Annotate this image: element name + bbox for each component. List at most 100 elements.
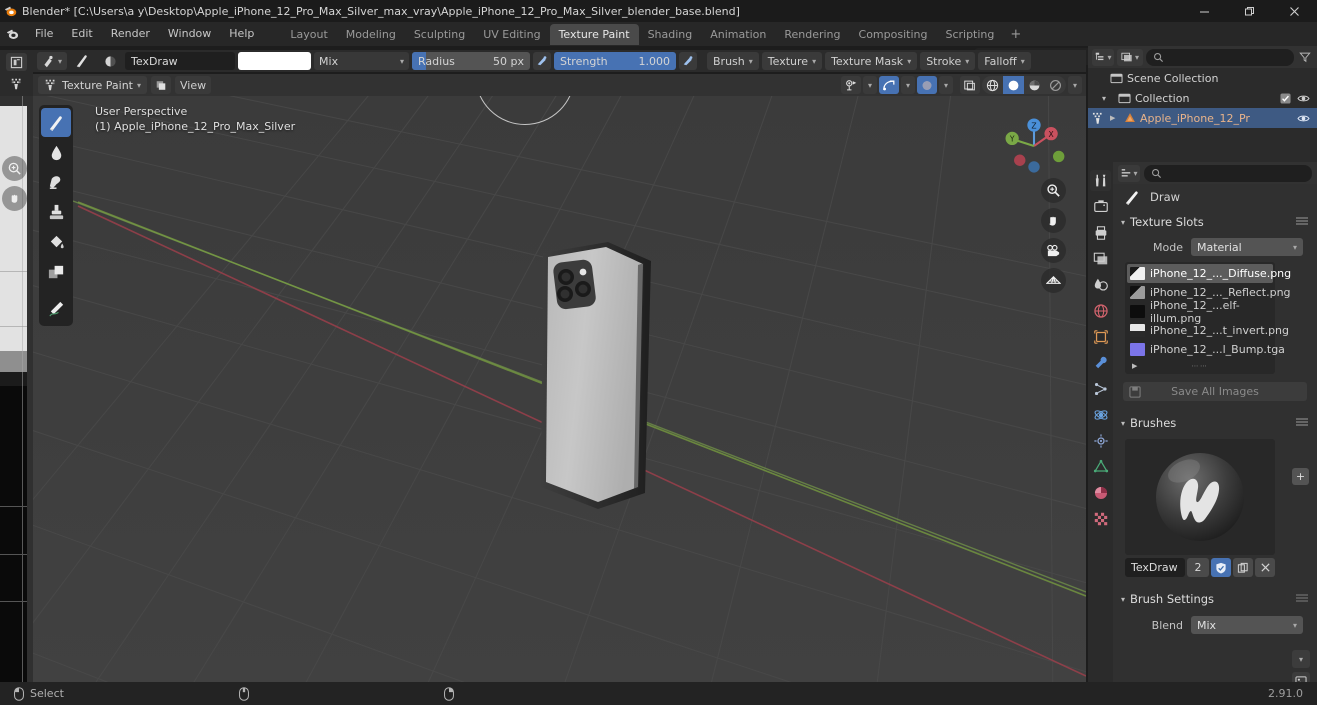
- overlays-caret-icon[interactable]: ▾: [901, 76, 915, 94]
- move-view-button[interactable]: [1041, 208, 1066, 233]
- brush-blend-dropdown[interactable]: Mix ▾: [1191, 616, 1303, 634]
- duplicate-brush-button[interactable]: [1233, 558, 1253, 577]
- properties-tab-physics[interactable]: [1090, 404, 1111, 425]
- shading-wireframe-alt-icon[interactable]: [960, 76, 980, 94]
- properties-editor[interactable]: ▾ Draw ▾ Texture Slots Mode Material ▾ i…: [1088, 162, 1317, 682]
- brush-list-dropdown-button[interactable]: ▾: [1292, 650, 1310, 668]
- unlink-brush-button[interactable]: [1255, 558, 1275, 577]
- blender-menu-icon[interactable]: [0, 22, 26, 46]
- tool-draw[interactable]: [41, 108, 71, 137]
- zoom-button[interactable]: [1041, 178, 1066, 203]
- menu-window[interactable]: Window: [159, 25, 220, 43]
- texture-slot-item[interactable]: iPhone_12_...elf-illum.png: [1127, 299, 1273, 325]
- tool-smear[interactable]: [41, 168, 71, 197]
- tab-texture-paint[interactable]: Texture Paint: [549, 23, 639, 45]
- shading-caret-icon[interactable]: ▾: [1068, 76, 1082, 94]
- outliner-row-collection[interactable]: ▾ Collection: [1088, 88, 1317, 108]
- tab-modeling[interactable]: Modeling: [337, 24, 405, 45]
- 3d-viewport[interactable]: User Perspective (1) Apple_iPhone_12_Pro…: [33, 96, 1086, 682]
- popover-texture[interactable]: Texture ▾: [761, 52, 823, 70]
- texture-mode-dropdown[interactable]: Material ▾: [1191, 238, 1303, 256]
- shading-wireframe-button[interactable]: [982, 76, 1003, 94]
- tool-fill[interactable]: [41, 228, 71, 257]
- xray-caret-icon[interactable]: ▾: [939, 76, 953, 94]
- properties-tab-render[interactable]: [1090, 196, 1111, 217]
- properties-tab-object[interactable]: [1090, 326, 1111, 347]
- visibility-popover-icon[interactable]: [841, 76, 861, 94]
- maximize-button[interactable]: [1227, 0, 1272, 22]
- add-texture-slot-button[interactable]: +: [1292, 468, 1309, 485]
- camera-view-button[interactable]: [1041, 238, 1066, 263]
- texture-slots-panel-header[interactable]: ▾ Texture Slots: [1113, 210, 1317, 234]
- popover-texture-mask[interactable]: Texture Mask ▾: [825, 52, 918, 70]
- tab-sculpting[interactable]: Sculpting: [405, 24, 474, 45]
- paint-mask-toggle[interactable]: [151, 76, 171, 94]
- properties-tab-constraints[interactable]: [1090, 430, 1111, 451]
- overlays-toggle[interactable]: [879, 76, 899, 94]
- expand-triangle-icon[interactable]: ▶: [1132, 362, 1137, 370]
- properties-tab-view-layer[interactable]: [1090, 248, 1111, 269]
- uv-image-editor-pane[interactable]: [0, 96, 33, 682]
- properties-tab-tool[interactable]: [1090, 170, 1111, 191]
- brush-preview[interactable]: [1125, 439, 1275, 555]
- tool-soften[interactable]: [41, 138, 71, 167]
- uv-zoom-button[interactable]: [2, 156, 27, 181]
- brush-settings-panel-header[interactable]: ▾ Brush Settings: [1113, 587, 1317, 611]
- brush-name-field[interactable]: TexDraw: [125, 52, 236, 70]
- popover-brush[interactable]: Brush ▾: [707, 52, 759, 70]
- tab-layout[interactable]: Layout: [281, 24, 336, 45]
- minimize-button[interactable]: [1182, 0, 1227, 22]
- properties-tab-particles[interactable]: [1090, 378, 1111, 399]
- toggle-ortho-button[interactable]: [1041, 268, 1066, 293]
- brushes-panel-header[interactable]: ▾ Brushes: [1113, 411, 1317, 435]
- fake-user-toggle[interactable]: [1211, 558, 1231, 577]
- outliner-search-input[interactable]: [1146, 48, 1294, 66]
- outliner-row-scene-collection[interactable]: Scene Collection: [1088, 68, 1317, 88]
- navigation-gizmo[interactable]: Z X Y: [996, 108, 1072, 184]
- list-resize-grip-icon[interactable]: ⋯⋯: [1192, 362, 1209, 370]
- menu-file[interactable]: File: [26, 25, 62, 43]
- tab-uv-editing[interactable]: UV Editing: [474, 24, 549, 45]
- outliner-display-mode-icon[interactable]: ▾: [1117, 48, 1143, 66]
- active-brush-row[interactable]: Draw: [1113, 184, 1317, 210]
- outliner-row-object[interactable]: ▶ Apple_iPhone_12_Pr: [1088, 108, 1317, 128]
- eye-icon[interactable]: [1297, 113, 1310, 124]
- menu-help[interactable]: Help: [220, 25, 263, 43]
- xray-toggle[interactable]: [917, 76, 937, 94]
- shading-solid-button[interactable]: [1003, 76, 1024, 94]
- shading-material-button[interactable]: [1024, 76, 1045, 94]
- visibility-caret-icon[interactable]: ▾: [863, 76, 877, 94]
- properties-tab-data[interactable]: [1090, 456, 1111, 477]
- outliner-editor[interactable]: ▾ ▾ Scene Collection ▾ Collection ▶ Appl…: [1088, 46, 1317, 162]
- menu-render[interactable]: Render: [102, 25, 159, 43]
- brush-users-count[interactable]: 2: [1187, 558, 1209, 577]
- outliner-filter-icon[interactable]: [1297, 51, 1313, 63]
- close-button[interactable]: [1272, 0, 1317, 22]
- tab-shading[interactable]: Shading: [639, 24, 702, 45]
- properties-editor-type-icon[interactable]: ▾: [1118, 164, 1140, 182]
- panel-triangle-icon[interactable]: ▾: [1121, 218, 1125, 227]
- save-all-images-button[interactable]: Save All Images: [1123, 382, 1307, 401]
- disclosure-triangle-icon[interactable]: ▶: [1110, 114, 1120, 122]
- checkbox-icon[interactable]: [1280, 92, 1291, 104]
- view-menu[interactable]: View: [175, 76, 212, 94]
- texture-slot-list-footer[interactable]: ▶ ⋯⋯: [1127, 359, 1273, 372]
- shading-rendered-button[interactable]: [1045, 76, 1066, 94]
- uv-pan-button[interactable]: [2, 186, 27, 211]
- popover-stroke[interactable]: Stroke ▾: [920, 52, 976, 70]
- radius-slider[interactable]: Radius 50 px: [412, 52, 531, 70]
- menu-edit[interactable]: Edit: [62, 25, 101, 43]
- properties-tab-scene[interactable]: [1090, 274, 1111, 295]
- properties-tab-texture[interactable]: [1090, 508, 1111, 529]
- brush-datablock-icon[interactable]: [99, 52, 122, 70]
- uv-editor-type-icon[interactable]: [6, 53, 27, 71]
- panel-triangle-icon[interactable]: ▾: [1121, 595, 1125, 604]
- brush-name-input[interactable]: TexDraw: [1125, 558, 1185, 577]
- disclosure-triangle-icon[interactable]: ▾: [1102, 94, 1114, 103]
- properties-tab-world[interactable]: [1090, 300, 1111, 321]
- texture-slot-item[interactable]: iPhone_12_...l_Bump.tga: [1127, 340, 1285, 359]
- popover-falloff[interactable]: Falloff ▾: [978, 52, 1031, 70]
- texture-slot-item[interactable]: iPhone_12_..._Diffuse.png: [1127, 264, 1291, 283]
- tab-rendering[interactable]: Rendering: [775, 24, 849, 45]
- tab-scripting[interactable]: Scripting: [936, 24, 1003, 45]
